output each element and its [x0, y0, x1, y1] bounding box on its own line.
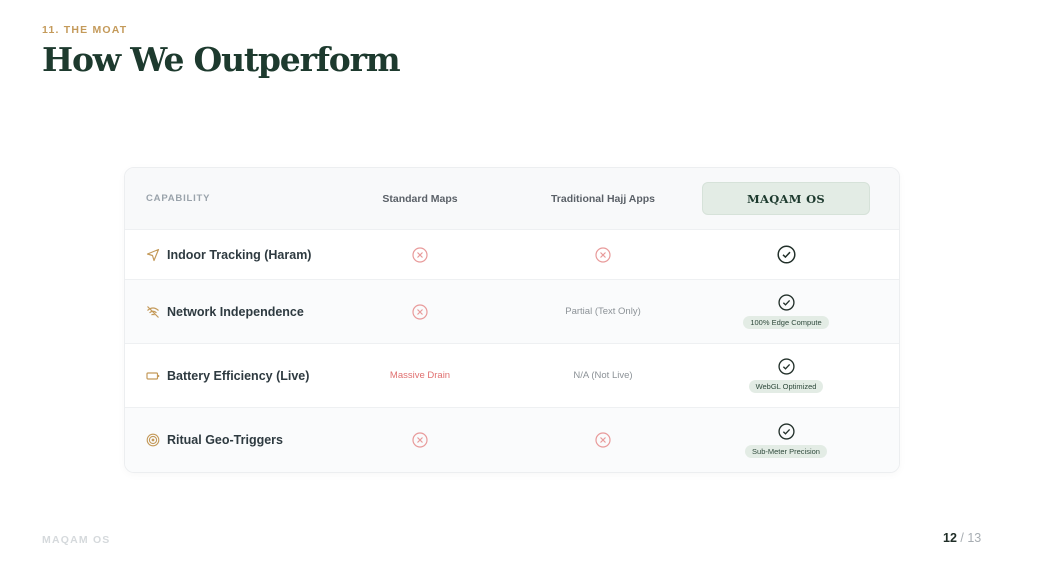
- table-header-row: CAPABILITY Standard Maps Traditional Haj…: [125, 168, 899, 229]
- check-circle-icon: [777, 294, 795, 311]
- comparison-value: N/A (Not Live): [573, 370, 633, 381]
- capability-label: Battery Efficiency (Live): [167, 368, 310, 383]
- battery-icon: [146, 371, 160, 380]
- feature-badge: 100% Edge Compute: [743, 316, 829, 329]
- x-circle-icon: [412, 246, 428, 263]
- capability-label: Indoor Tracking (Haram): [167, 247, 312, 262]
- column-header-maqam: MAQAM OS: [702, 182, 870, 215]
- page-current: 12: [943, 531, 957, 545]
- eyebrow: 11. THE MOAT: [42, 24, 128, 36]
- check-circle-icon: [777, 422, 795, 440]
- page-total: 13: [967, 531, 982, 545]
- comparison-value: Partial (Text Only): [565, 306, 641, 317]
- x-circle-icon: [595, 246, 611, 263]
- feature-badge: Sub-Meter Precision: [745, 444, 827, 458]
- target-icon: [146, 433, 160, 447]
- column-header-capability: CAPABILITY: [146, 193, 211, 204]
- comparison-table: CAPABILITY Standard Maps Traditional Haj…: [124, 167, 900, 473]
- check-circle-icon: [777, 358, 795, 375]
- feature-badge: WebGL Optimized: [748, 380, 824, 393]
- capability-label: Ritual Geo-Triggers: [167, 433, 283, 447]
- column-header-traditional-apps: Traditional Hajj Apps: [550, 192, 656, 205]
- comparison-value: Massive Drain: [389, 370, 451, 381]
- page-separator: /: [956, 531, 968, 545]
- page-indicator: 12 / 13: [943, 531, 981, 545]
- capability-label: Network Independence: [167, 304, 304, 319]
- table-row: Ritual Geo-Triggers Sub-Meter Precision: [125, 407, 899, 472]
- table-row: Network Independence Partial (Text Only)…: [125, 279, 899, 343]
- footer-brand: MAQAM OS: [42, 534, 111, 546]
- page-title: How We Outperform: [42, 40, 401, 79]
- check-circle-icon: [776, 245, 796, 264]
- navigation-arrow-icon: [146, 248, 160, 261]
- x-circle-icon: [412, 303, 428, 320]
- x-circle-icon: [595, 432, 611, 448]
- x-circle-icon: [412, 432, 428, 448]
- wifi-off-icon: [147, 305, 159, 318]
- table-row: Indoor Tracking (Haram): [125, 229, 899, 279]
- column-header-standard-maps: Standard Maps: [382, 192, 458, 205]
- table-row: Battery Efficiency (Live) Massive Drain …: [125, 343, 899, 407]
